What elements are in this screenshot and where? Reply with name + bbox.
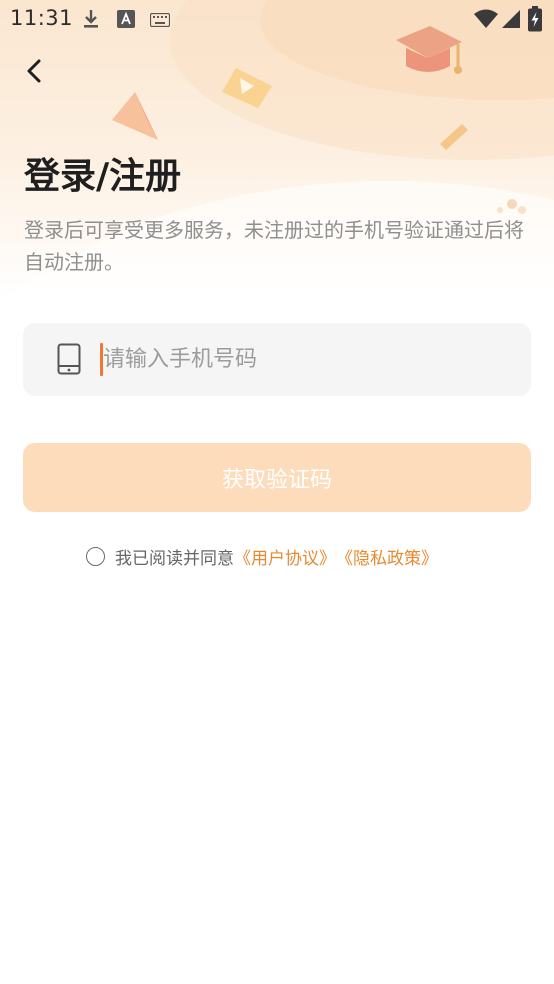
page-subtitle: 登录后可享受更多服务，未注册过的手机号验证通过后将自动注册。 <box>24 218 524 274</box>
status-bar: 11:31 <box>0 0 554 38</box>
page-title: 登录/注册 <box>24 156 182 197</box>
phone-number-field[interactable] <box>23 323 531 396</box>
keyboard-icon <box>149 12 171 31</box>
get-verification-code-button[interactable]: 获取验证码 <box>23 443 531 512</box>
agreement-row: 我已阅读并同意 《用户协议》 《隐私政策》 <box>86 542 438 570</box>
login-screen: 11:31 登录/注册 登录后可享受更多服务，未注册过的手机号验证通过后将自动注… <box>0 0 554 984</box>
chevron-left-icon <box>27 59 41 83</box>
mobile-phone-icon <box>57 343 81 379</box>
battery-charging-icon <box>527 6 543 36</box>
privacy-policy-link[interactable]: 《隐私政策》 <box>336 544 438 569</box>
agreement-text: 我已阅读并同意 <box>115 548 234 569</box>
back-button[interactable] <box>16 52 54 90</box>
font-a-icon <box>117 10 135 32</box>
agreement-checkbox[interactable] <box>86 546 105 566</box>
cellular-signal-icon <box>501 9 521 33</box>
phone-number-input[interactable] <box>103 323 503 396</box>
status-time: 11:31 <box>10 6 74 30</box>
download-icon <box>82 9 100 33</box>
user-agreement-link[interactable]: 《用户协议》 <box>234 544 336 569</box>
wifi-icon <box>474 9 498 33</box>
